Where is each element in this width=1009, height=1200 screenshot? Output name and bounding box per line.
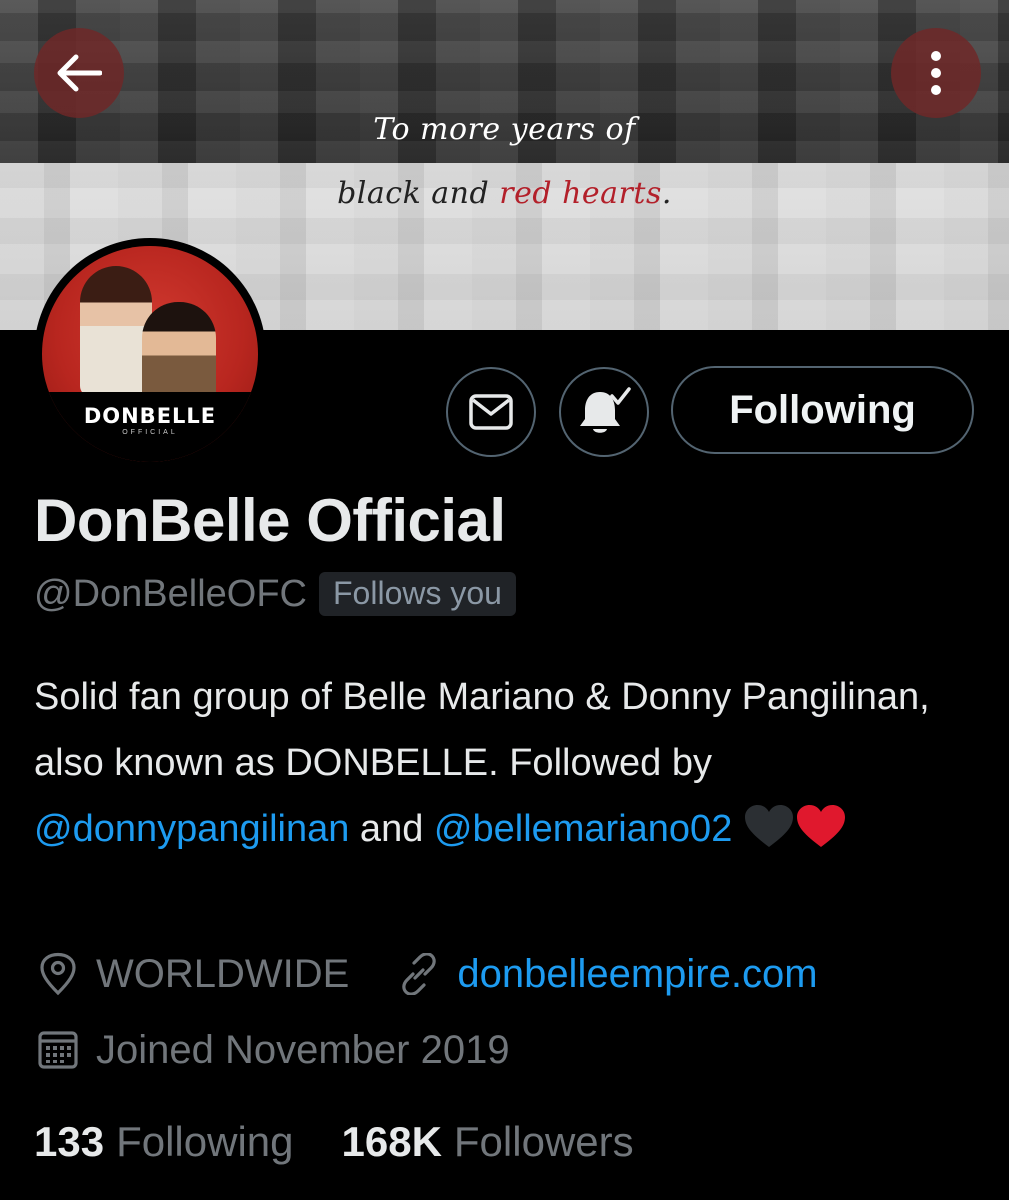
arrow-left-icon — [57, 54, 102, 92]
following-label: Following — [116, 1118, 294, 1165]
location-text: WORLDWIDE — [96, 951, 350, 996]
bio-text: Solid fan group of Belle Mariano & Donny… — [34, 676, 930, 784]
avatar-image: DONBELLE OFFICIAL — [42, 246, 258, 462]
joined-date: Joined November 2019 — [96, 1027, 510, 1072]
profile-bio: Solid fan group of Belle Mariano & Donny… — [34, 664, 964, 862]
handle-row: @DonBelleOFC Follows you — [34, 572, 516, 616]
notifications-button[interactable] — [559, 367, 649, 457]
banner-caption-end: . — [661, 176, 672, 211]
more-options-button[interactable] — [891, 28, 981, 118]
mention-link-donnypangilinan[interactable]: @donnypangilinan — [34, 808, 349, 850]
banner-caption-black: black and — [337, 176, 500, 211]
followers-stat[interactable]: 168K Followers — [342, 1118, 634, 1166]
banner-caption-line2: black and red hearts. — [0, 176, 1009, 211]
message-button[interactable] — [446, 367, 536, 457]
mention-link-bellemariano02[interactable]: @bellemariano02 — [434, 808, 732, 850]
avatar[interactable]: DONBELLE OFFICIAL — [34, 238, 266, 470]
banner-caption-red: red hearts — [499, 176, 662, 211]
follows-you-badge: Follows you — [319, 572, 516, 616]
following-count: 133 — [34, 1118, 105, 1165]
display-name: DonBelle Official — [34, 487, 506, 554]
envelope-icon — [469, 394, 513, 430]
black-heart-icon — [744, 805, 793, 847]
link-icon — [395, 950, 443, 998]
calendar-icon — [34, 1026, 82, 1074]
location-icon — [34, 950, 82, 998]
avatar-logo-band: DONBELLE OFFICIAL — [42, 392, 258, 462]
profile-page: To more years of black and red hearts. D… — [0, 0, 1009, 1200]
joined-row: Joined November 2019 — [34, 1026, 510, 1074]
vertical-ellipsis-icon — [931, 51, 941, 95]
following-stat[interactable]: 133 Following — [34, 1118, 294, 1166]
user-handle: @DonBelleOFC — [34, 572, 307, 615]
bell-check-icon — [580, 387, 631, 433]
red-heart-icon — [796, 805, 845, 847]
back-button[interactable] — [34, 28, 124, 118]
bio-text-and: and — [349, 808, 434, 850]
following-button[interactable]: Following — [671, 366, 974, 454]
profile-meta-row: WORLDWIDE donbelleempire.com — [34, 950, 818, 998]
banner-caption-line1: To more years of — [373, 112, 636, 147]
follow-stats: 133 Following 168K Followers — [34, 1118, 634, 1166]
website-link[interactable]: donbelleempire.com — [457, 952, 817, 997]
avatar-logo-text: DONBELLE — [83, 404, 217, 428]
avatar-logo-subtext: OFFICIAL — [122, 429, 178, 436]
followers-count: 168K — [341, 1118, 442, 1165]
followers-label: Followers — [453, 1118, 634, 1165]
